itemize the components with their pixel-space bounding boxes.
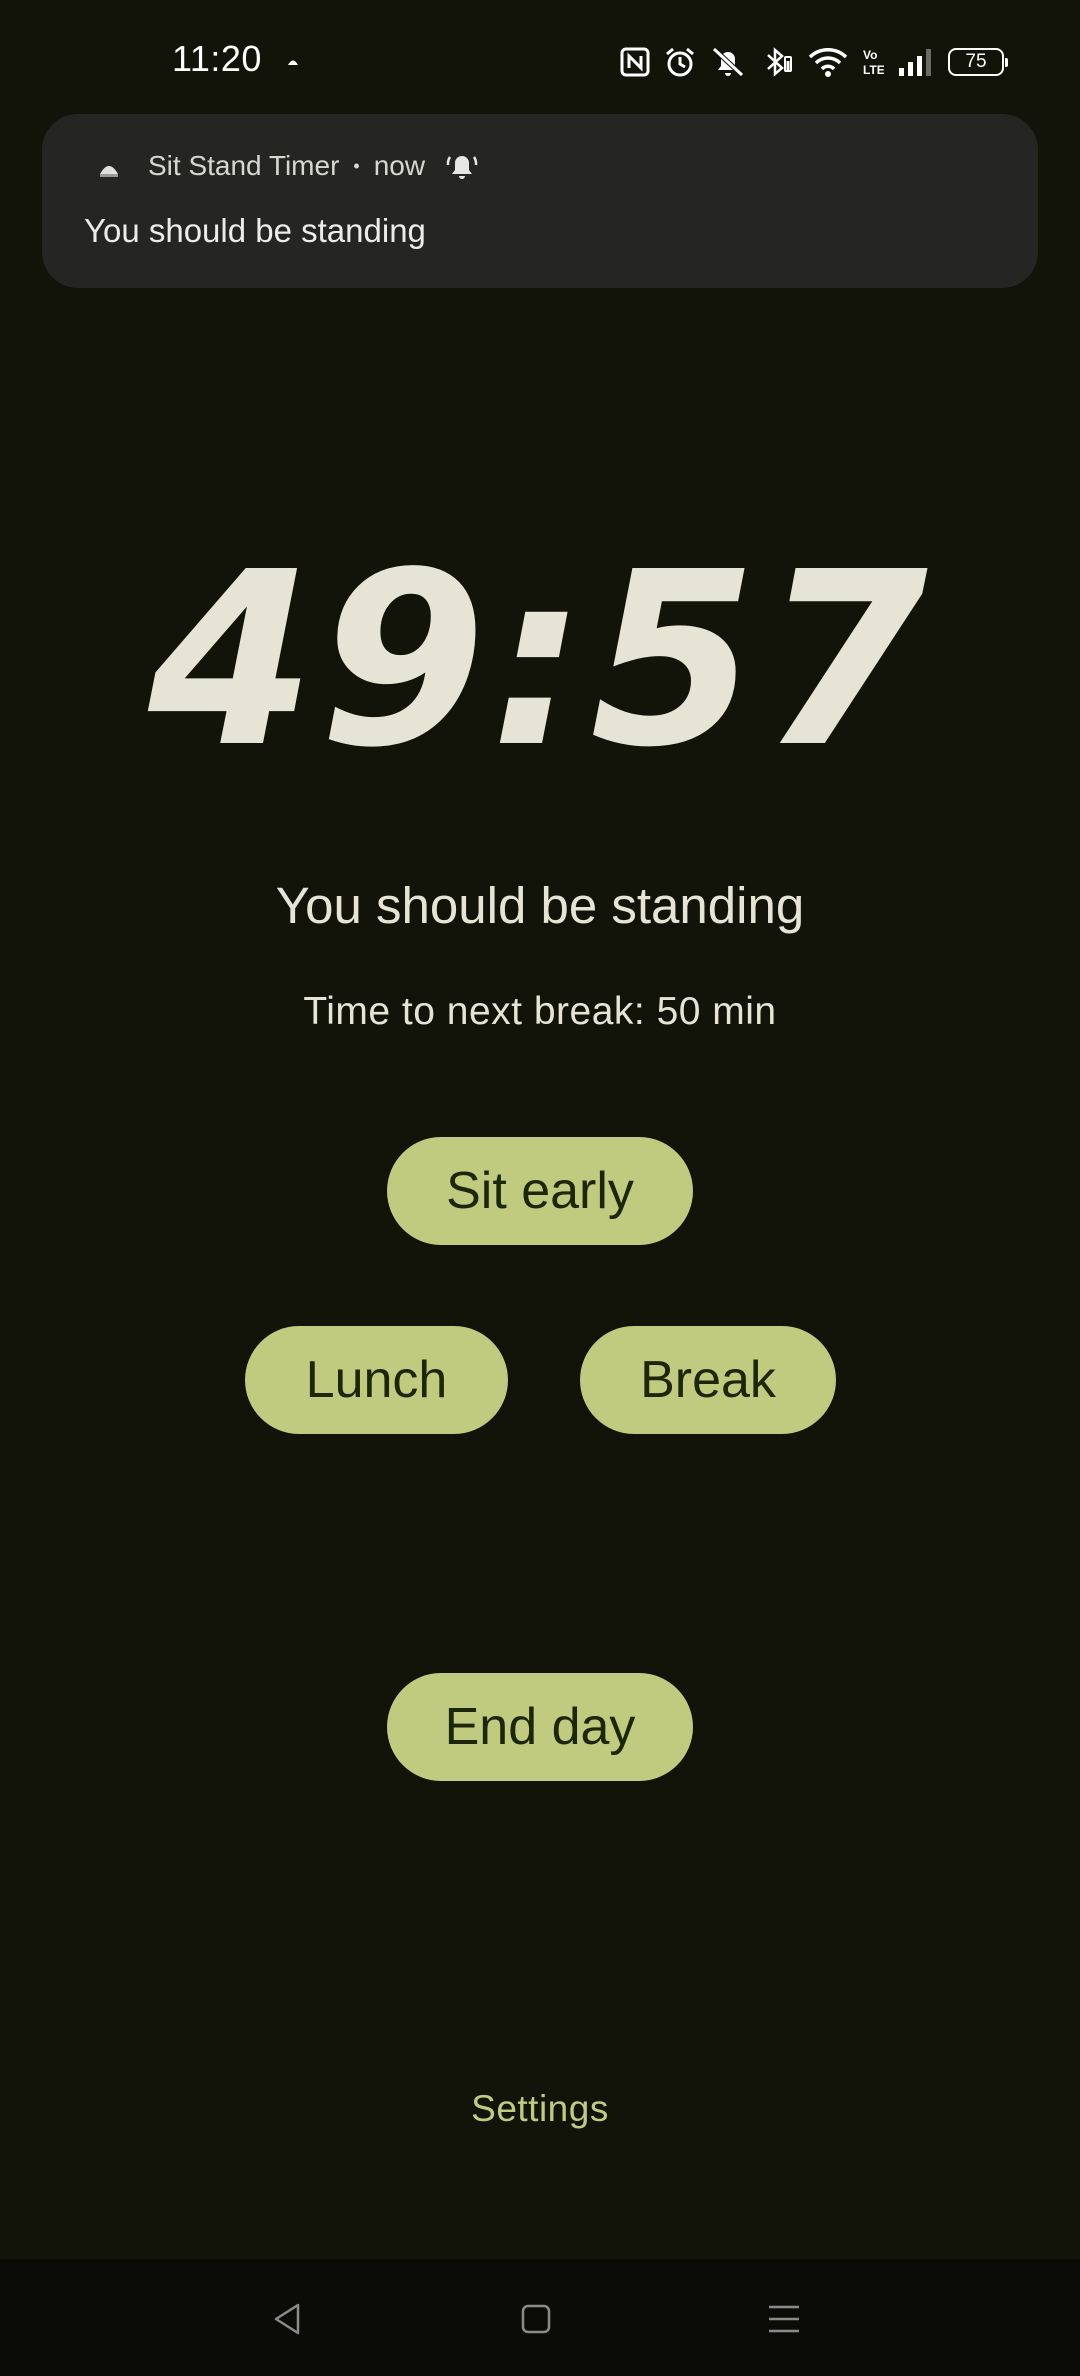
settings-link[interactable]: Settings: [471, 2088, 609, 2129]
back-icon[interactable]: [264, 2295, 312, 2343]
app-icon: [100, 166, 118, 177]
wifi-icon: [808, 48, 848, 77]
battery-level: 75: [965, 51, 987, 72]
end-day-button[interactable]: End day: [387, 1673, 693, 1781]
notification-app-name: Sit Stand Timer: [148, 150, 340, 181]
status-time: 11:20: [172, 38, 262, 79]
navigation-bar: [0, 2259, 1080, 2376]
app-status-icon: [288, 60, 298, 65]
state-message: You should be standing: [275, 877, 805, 934]
lunch-button[interactable]: Lunch: [245, 1326, 508, 1434]
nfc-icon: [620, 47, 650, 77]
volte-icon: Vo LTE: [863, 48, 884, 77]
next-break-text: Time to next break: 50 min: [303, 990, 777, 1033]
settings-container: Settings: [0, 2088, 1080, 2130]
signal-icon: [899, 49, 931, 76]
notification-card[interactable]: Sit Stand Timer • now You should be stan…: [42, 114, 1038, 288]
alarm-icon: [666, 47, 694, 77]
notification-message: You should be standing: [84, 212, 426, 249]
status-icons: Vo LTE 75: [620, 44, 1008, 80]
status-bar: 11:20 Vo LTE 75: [0, 0, 1080, 120]
svg-text:Vo: Vo: [863, 48, 877, 62]
mute-icon: [712, 47, 744, 77]
notification-time: now: [373, 150, 426, 181]
countdown-timer: 49:57: [148, 520, 932, 800]
notification-header: Sit Stand Timer • now: [148, 150, 479, 182]
svg-text:LTE: LTE: [863, 63, 884, 77]
sit-early-button[interactable]: Sit early: [387, 1137, 693, 1245]
recents-icon[interactable]: [760, 2295, 808, 2343]
battery-icon: 75: [948, 48, 1008, 76]
bluetooth-icon: [767, 47, 792, 77]
home-icon[interactable]: [512, 2295, 560, 2343]
notification-separator: •: [353, 155, 360, 176]
alert-bell-icon: [445, 150, 479, 182]
break-button[interactable]: Break: [580, 1326, 836, 1434]
